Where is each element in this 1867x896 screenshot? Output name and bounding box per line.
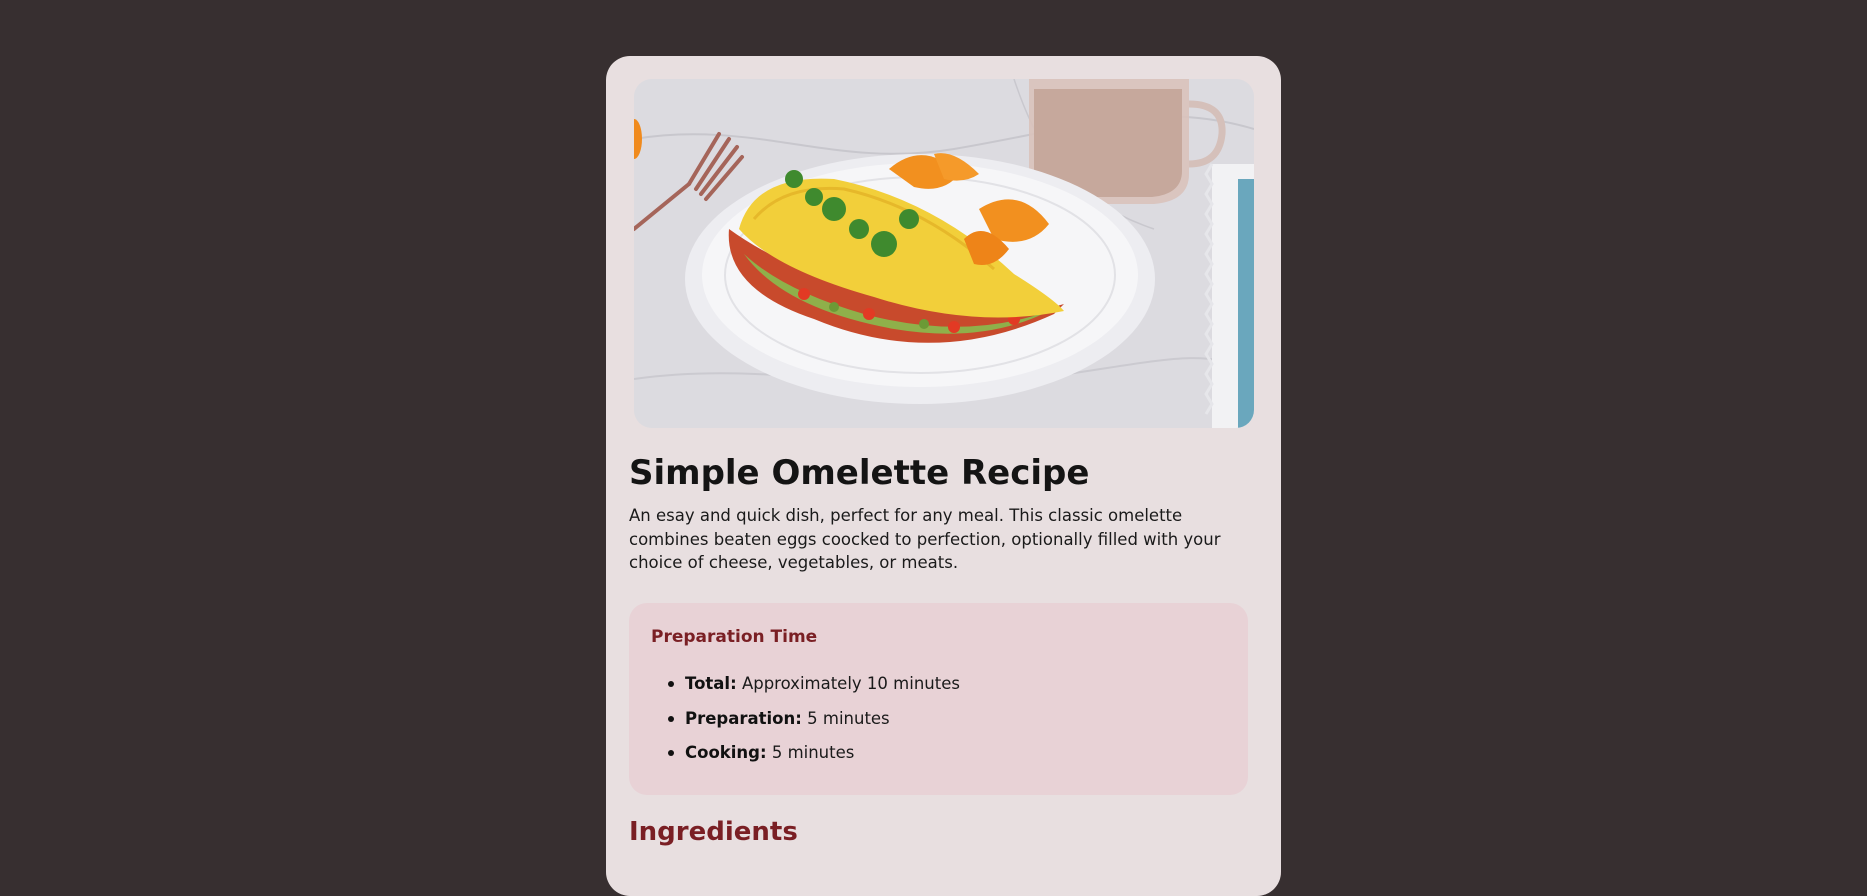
preparation-time-heading: Preparation Time xyxy=(651,627,818,647)
list-item: Total: Approximately 10 minutes xyxy=(668,673,960,708)
prep-item-value: 5 minutes xyxy=(807,708,890,728)
prep-item-value: 5 minutes xyxy=(771,743,855,762)
recipe-title: Simple Omelette Recipe xyxy=(629,453,1090,493)
prep-item-label: Cooking: xyxy=(685,743,767,762)
preparation-time-box: Preparation Time Total: Approximately 10… xyxy=(629,603,1248,795)
list-item: Preparation: 5 minutes xyxy=(668,708,960,743)
prep-item-value: Approximately 10 minutes xyxy=(741,674,960,693)
list-item: Cooking: 5 minutes xyxy=(668,742,960,777)
recipe-card: Simple Omelette Recipe An esay and quick… xyxy=(606,56,1281,896)
preparation-time-list: Total: Approximately 10 minutes Preparat… xyxy=(668,673,960,777)
prep-item-label: Total: xyxy=(685,674,737,693)
omelette-photo xyxy=(634,79,1254,428)
recipe-description: An esay and quick dish, perfect for any … xyxy=(629,506,1221,572)
prep-item-label: Preparation: xyxy=(685,708,802,728)
ingredients-heading: Ingredients xyxy=(629,817,798,847)
